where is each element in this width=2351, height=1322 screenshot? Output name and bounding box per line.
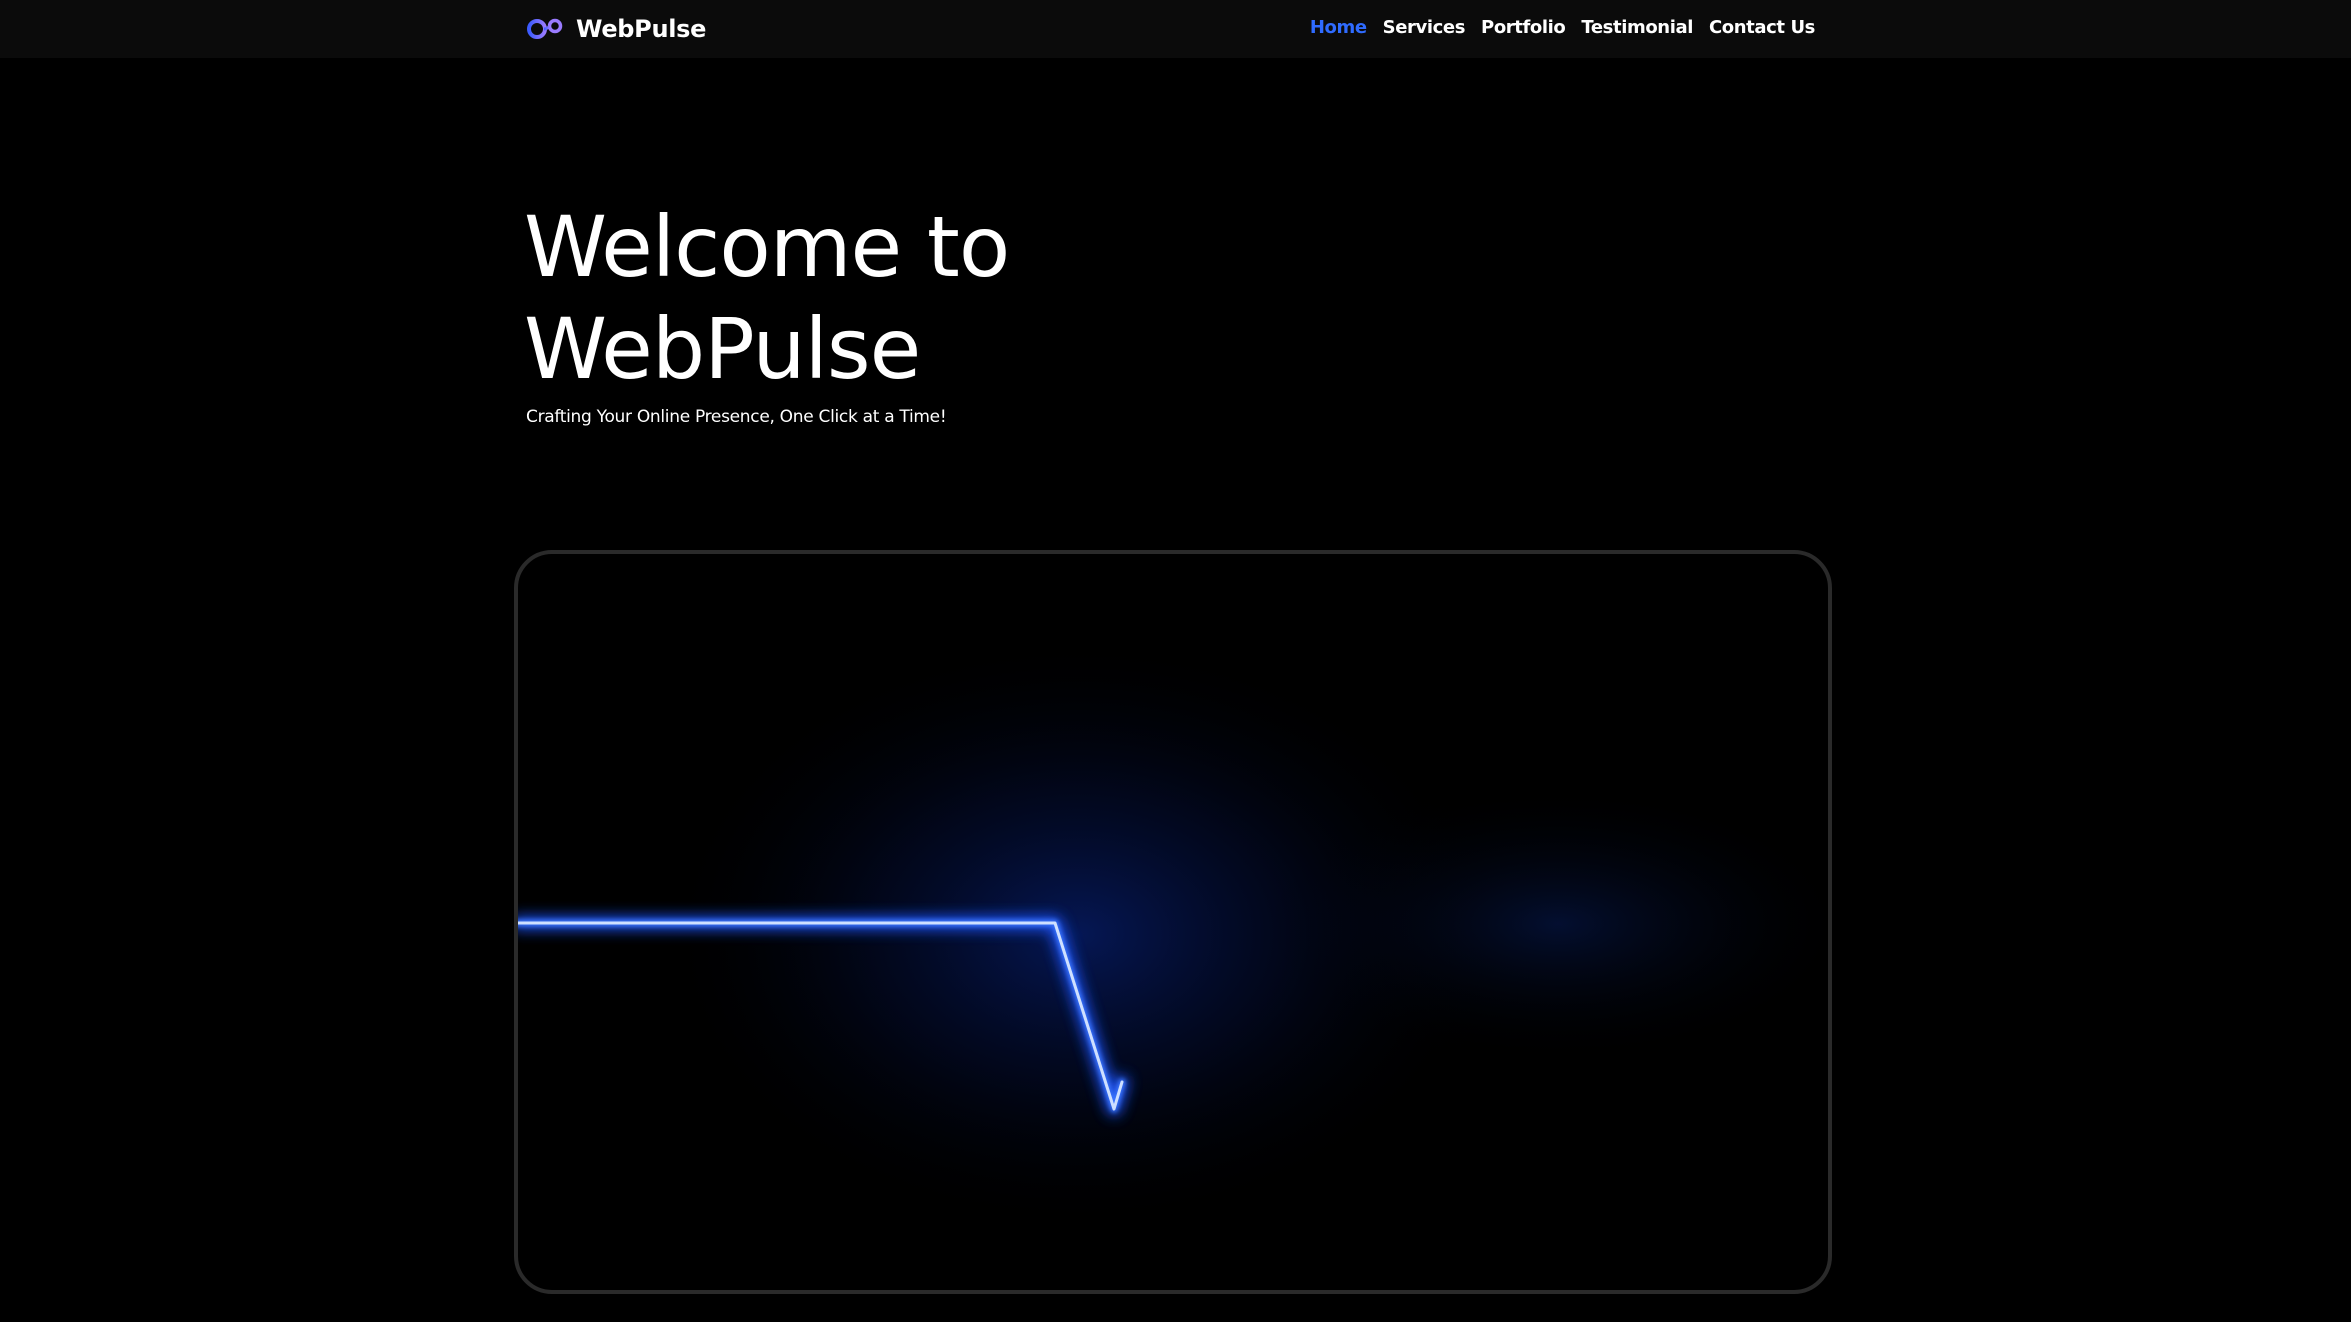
heartbeat-line-graphic: [518, 634, 1828, 1234]
hero-title: Welcome to WebPulse: [524, 196, 1010, 400]
nav-home[interactable]: Home: [1310, 17, 1367, 38]
brand-name: WebPulse: [576, 15, 707, 43]
top-navbar: WebPulse Home Services Portfolio Testimo…: [0, 0, 2351, 58]
hero-title-line-1: Welcome to: [524, 198, 1010, 296]
hero-title-line-2: WebPulse: [524, 300, 921, 398]
brand-logo-link[interactable]: WebPulse: [526, 11, 706, 47]
infinity-logo-icon: [526, 17, 564, 41]
hero-subtitle: Crafting Your Online Presence, One Click…: [526, 407, 947, 427]
nav-services[interactable]: Services: [1383, 17, 1466, 38]
main-nav: Home Services Portfolio Testimonial Cont…: [1310, 0, 1816, 54]
nav-testimonial[interactable]: Testimonial: [1581, 17, 1693, 38]
nav-portfolio[interactable]: Portfolio: [1481, 17, 1566, 38]
pulse-animation-card: [514, 550, 1832, 1294]
nav-contact-us[interactable]: Contact Us: [1709, 17, 1815, 38]
